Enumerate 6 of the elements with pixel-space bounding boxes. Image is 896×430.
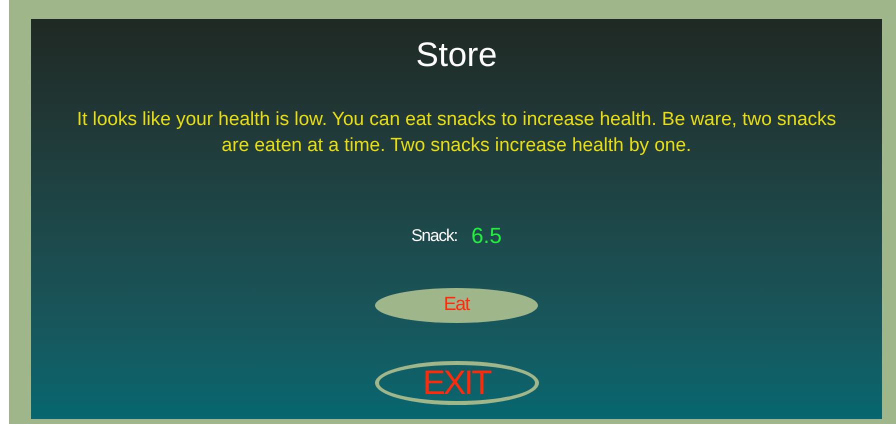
eat-button[interactable]: Eat: [375, 288, 538, 323]
snack-count: 6.5: [471, 222, 502, 250]
snack-label: Snack:: [411, 224, 458, 247]
exit-button[interactable]: EXIT: [374, 361, 538, 405]
health-message: It looks like your health is low. You can eat snacks to increase health. Be ware, two snacks are eaten at a time. Two snacks increase health by one.: [76, 108, 838, 158]
store-title: Store: [416, 35, 498, 75]
